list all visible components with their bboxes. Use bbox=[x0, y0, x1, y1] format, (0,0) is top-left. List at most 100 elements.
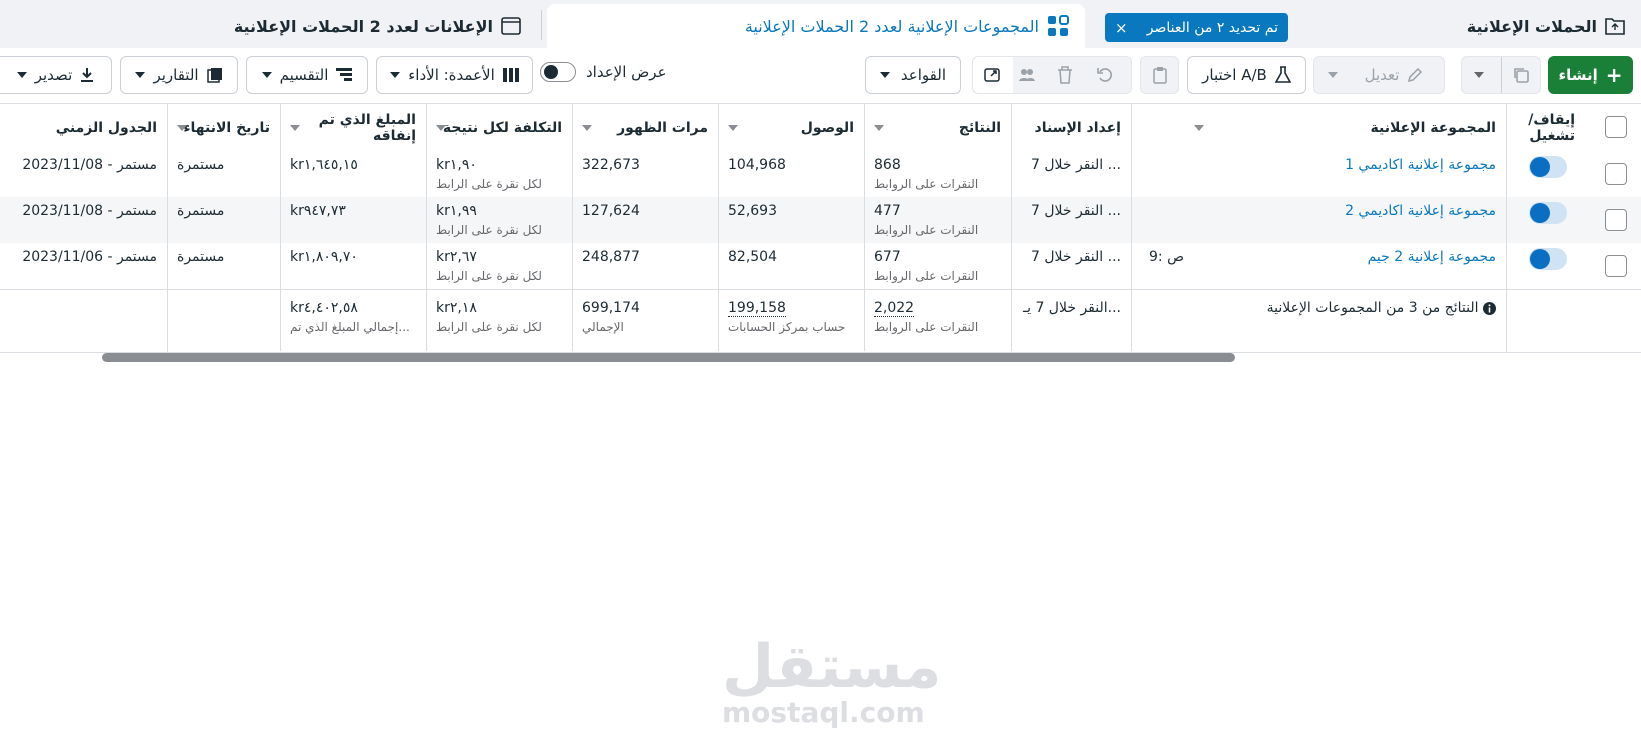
watermark-arabic: مستقل bbox=[722, 632, 942, 702]
plus-icon: + bbox=[1605, 63, 1623, 87]
horizontal-scrollbar[interactable] bbox=[102, 353, 1235, 362]
totals-label-cell: النتائج من 3 من المجموعات الإعلانية bbox=[1131, 290, 1506, 352]
column-header-attribution[interactable]: إعداد الإسناد bbox=[1011, 104, 1131, 152]
adset-cell: مجموعة إعلانية اكاديمي 2 bbox=[1131, 197, 1506, 243]
selection-badge[interactable]: × تم تحديد ٢ من العناصر bbox=[1105, 13, 1288, 42]
rules-dropdown[interactable]: القواعد bbox=[865, 56, 961, 94]
reports-icon bbox=[206, 67, 223, 83]
sort-caret-icon[interactable] bbox=[874, 125, 884, 131]
sort-caret-icon[interactable] bbox=[177, 125, 187, 131]
sort-caret-icon[interactable] bbox=[290, 125, 300, 131]
results-value: 677 bbox=[874, 249, 901, 265]
adset-name-link[interactable]: مجموعة إعلانية اكاديمي 2 bbox=[1345, 203, 1496, 219]
info-icon[interactable] bbox=[1483, 301, 1496, 315]
reach-cell: 52,693 bbox=[728, 203, 777, 219]
row-enable-toggle[interactable] bbox=[1529, 202, 1567, 224]
cost-cell: kr١,٩٩ لكل نقرة على الرابط bbox=[426, 197, 572, 243]
adset-name-link[interactable]: مجموعة إعلانية 2 جيم bbox=[1368, 249, 1496, 265]
view-setup-toggle[interactable]: عرض الإعداد bbox=[540, 62, 667, 82]
attribution-cell: النقر خلال 7 ... bbox=[1030, 249, 1121, 265]
totals-impressions-subtext: الإجمالي bbox=[582, 320, 624, 334]
column-header-cost-label: التكلفة لكل نتيجة bbox=[442, 120, 562, 136]
sort-caret-icon[interactable] bbox=[1194, 125, 1204, 131]
table-row[interactable]: مجموعة إعلانية اكاديمي 2 النقر خلال 7 ..… bbox=[0, 197, 1641, 243]
table-row[interactable]: مجموعة إعلانية اكاديمي 1 النقر خلال 7 ..… bbox=[0, 151, 1641, 197]
export-dropdown[interactable]: تصدير bbox=[0, 56, 112, 94]
row-enable-toggle[interactable] bbox=[1529, 248, 1567, 270]
select-all-checkbox[interactable] bbox=[1605, 116, 1627, 138]
dropdown-caret-icon bbox=[880, 72, 890, 78]
reports-label: التقارير bbox=[153, 66, 199, 84]
create-label: إنشاء bbox=[1558, 66, 1598, 84]
reports-dropdown[interactable]: التقارير bbox=[120, 56, 238, 94]
row-enable-toggle[interactable] bbox=[1529, 156, 1567, 178]
tab-bar: الحملات الإعلانية × تم تحديد ٢ من العناص… bbox=[0, 0, 1641, 48]
delete-icon[interactable] bbox=[1057, 66, 1073, 84]
column-divider bbox=[426, 103, 427, 351]
column-header-adset[interactable]: المجموعة الإعلانية bbox=[1131, 104, 1506, 152]
cost-cell: kr١,٩٠ لكل نقرة على الرابط bbox=[426, 151, 572, 197]
duplicate-button[interactable] bbox=[1461, 56, 1541, 94]
sort-caret-icon[interactable] bbox=[728, 125, 738, 131]
adset-name-link[interactable]: مجموعة إعلانية اكاديمي 1 bbox=[1345, 157, 1496, 173]
column-header-impressions[interactable]: مرات الظهور bbox=[572, 104, 718, 152]
attribution-cell: النقر خلال 7 ... bbox=[1030, 157, 1121, 173]
cost-value: kr٢,٦٧ bbox=[436, 249, 477, 265]
results-cell: 477 النقرات على الروابط bbox=[864, 197, 1011, 243]
row-checkbox[interactable] bbox=[1605, 255, 1627, 277]
view-setup-label: عرض الإعداد bbox=[586, 63, 667, 81]
column-header-on-off[interactable]: إيقاف/ تشغيل bbox=[1507, 104, 1585, 152]
totals-impressions-value: 699,174 bbox=[582, 300, 640, 316]
grid-icon bbox=[1047, 15, 1069, 37]
clipboard-button[interactable] bbox=[1140, 56, 1179, 94]
results-value: 868 bbox=[874, 157, 901, 173]
row-checkbox[interactable] bbox=[1605, 163, 1627, 185]
people-icon[interactable] bbox=[1018, 66, 1036, 84]
row-checkbox[interactable] bbox=[1605, 209, 1627, 231]
results-subtext: النقرات على الروابط bbox=[874, 223, 979, 237]
column-header-cost-per-result[interactable]: التكلفة لكل نتيجة bbox=[426, 104, 572, 152]
dropdown-caret-icon bbox=[390, 72, 401, 78]
tab-adsets[interactable]: المجموعات الإعلانية لعدد 2 الحملات الإعل… bbox=[547, 4, 1085, 48]
sort-caret-icon[interactable] bbox=[582, 125, 592, 131]
totals-results-subtext: النقرات على الروابط bbox=[874, 320, 979, 334]
totals-spent-cell: kr٤,٤٠٢,٥٨ إجمالي المبلغ الذي تم... bbox=[280, 290, 426, 352]
breakdown-dropdown[interactable]: التقسيم bbox=[246, 56, 368, 94]
clear-selection-icon[interactable]: × bbox=[1115, 19, 1128, 37]
column-divider bbox=[280, 103, 281, 351]
cost-value: kr١,٩٩ bbox=[436, 203, 477, 219]
impressions-cell: 127,624 bbox=[582, 203, 640, 219]
share-icon[interactable] bbox=[984, 66, 1002, 84]
columns-dropdown[interactable]: الأعمدة: الأداء bbox=[376, 56, 533, 94]
duplicate-icon bbox=[1512, 66, 1530, 84]
impressions-cell: 322,673 bbox=[582, 157, 640, 173]
ab-test-button[interactable]: اختبار A/B bbox=[1187, 56, 1306, 94]
column-header-results[interactable]: النتائج bbox=[864, 104, 1011, 152]
column-divider bbox=[167, 103, 168, 289]
button-divider bbox=[1501, 57, 1502, 93]
totals-cost-cell: kr٢,١٨ لكل نقرة على الرابط bbox=[426, 290, 572, 352]
create-button[interactable]: إنشاء + bbox=[1548, 56, 1633, 94]
column-divider bbox=[572, 103, 573, 351]
column-divider bbox=[1506, 290, 1507, 352]
discard-icon[interactable] bbox=[1096, 66, 1114, 84]
column-header-reach[interactable]: الوصول bbox=[718, 104, 864, 152]
table-row[interactable]: مجموعة إعلانية 2 جيم 9: ص النقر خلال 7 .… bbox=[0, 243, 1641, 289]
dropdown-caret-icon bbox=[1328, 72, 1338, 78]
column-header-amount-spent[interactable]: المبلغ الذي تم إنفاقه bbox=[280, 104, 426, 152]
column-header-end-date[interactable]: تاريخ الانتهاء bbox=[167, 104, 280, 152]
totals-cost-subtext: لكل نقرة على الرابط bbox=[436, 320, 542, 334]
flask-icon bbox=[1274, 66, 1291, 84]
schedule-cell: 2023/11/06 - مستمر bbox=[22, 249, 157, 265]
table-header: إيقاف/ تشغيل المجموعة الإعلانية إعداد ال… bbox=[0, 103, 1641, 153]
column-divider bbox=[864, 103, 865, 351]
column-header-impressions-label: مرات الظهور bbox=[617, 120, 708, 136]
sort-caret-icon[interactable] bbox=[436, 125, 446, 131]
end-date-cell: مستمرة bbox=[177, 249, 225, 265]
dropdown-caret-icon bbox=[16, 72, 27, 78]
tab-ads[interactable]: الإعلانات لعدد 2 الحملات الإعلانية bbox=[0, 4, 537, 48]
view-setup-switch[interactable] bbox=[540, 62, 576, 82]
edit-button[interactable]: تعديل bbox=[1313, 56, 1445, 94]
column-header-schedule[interactable]: الجدول الزمني bbox=[0, 104, 167, 152]
column-divider bbox=[1506, 103, 1507, 289]
